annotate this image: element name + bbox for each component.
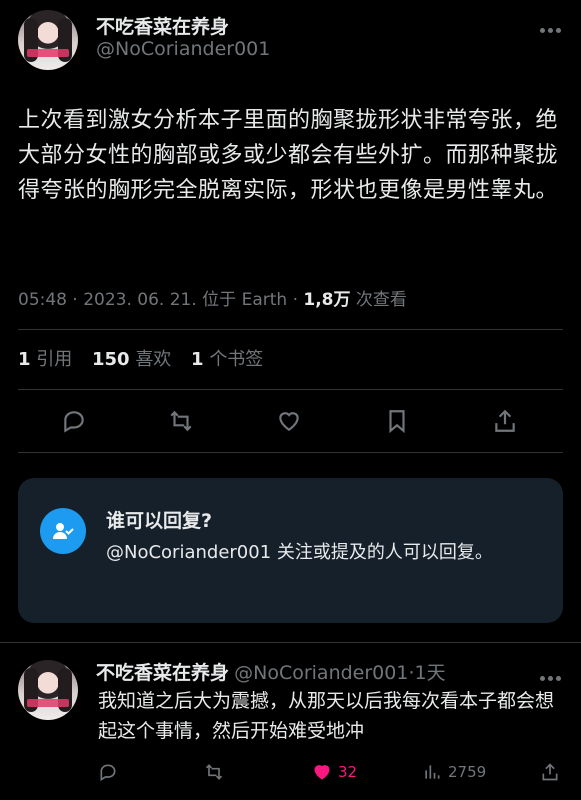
bookmarks-stat[interactable]: 1 个书签 [191,349,263,370]
reply-author-avatar[interactable] [18,660,78,720]
more-icon[interactable] [540,666,566,681]
reply-settings-title: 谁可以回复? [106,510,213,532]
tweet-views-label: 次查看 [355,290,407,310]
retweet-icon[interactable] [166,406,196,436]
meta-separator: · [72,290,78,310]
quotes-stat[interactable]: 1 引用 [18,349,72,370]
reply-settings-description: @NoCoriander001 关注或提及的人可以回复。 [106,542,493,563]
likes-stat[interactable]: 150 喜欢 [92,349,171,370]
tweet-time[interactable]: 05:48 [18,290,67,310]
divider [0,642,581,643]
like-icon [314,765,330,780]
reply-like-count: 32 [338,763,358,781]
share-icon [542,763,558,781]
tweet-views-count: 1,8万 [303,290,351,310]
like-icon[interactable] [274,406,304,436]
reply-header: 不吃香菜在养身 @NoCoriander001·1天 [96,658,446,685]
bookmark-icon[interactable] [382,406,412,436]
author-display-name[interactable]: 不吃香菜在养身 [96,12,229,39]
reply-settings-card: 谁可以回复? @NoCoriander001 关注或提及的人可以回复。 [18,478,563,623]
person-check-icon [40,508,86,554]
tweet-location: 位于 Earth [202,290,288,310]
divider [18,389,563,390]
tweet-text: 上次看到激女分析本子里面的胸聚拢形状非常夸张，绝大部分女性的胸部或多或少都会有些… [18,108,559,203]
reply-views-button[interactable]: 2759 [422,760,486,784]
tweet-stats: 1 引用 150 喜欢 1 个书签 [18,345,263,371]
share-icon[interactable] [490,406,520,436]
views-icon [425,765,440,779]
reply-icon[interactable] [59,406,89,436]
author-handle[interactable]: @NoCoriander001 [96,38,270,60]
reply-share-button[interactable] [540,760,566,784]
reply-age[interactable]: 1天 [415,662,446,684]
tweet-date[interactable]: 2023. 06. 21. [83,290,197,310]
tweet-meta: 05:48 · 2023. 06. 21. 位于 Earth · 1,8万 次查… [18,285,407,310]
more-icon[interactable] [540,18,566,33]
author-avatar[interactable] [18,10,78,70]
reply-author-handle[interactable]: @NoCoriander001 [234,662,408,684]
meta-separator: · [292,290,298,310]
divider [18,452,563,453]
reply-retweet-button[interactable] [204,760,230,784]
reply-reply-button[interactable] [98,760,124,784]
reply-like-button[interactable]: 32 [312,760,357,784]
reply-text: 我知道之后大为震撼，从那天以后我每次看本子都会想起这个事情，然后开始难受地冲 [98,690,555,742]
divider [18,329,563,330]
retweet-icon [205,764,223,780]
reply-icon [100,764,116,781]
reply-views-count: 2759 [448,763,487,781]
reply-author-display-name[interactable]: 不吃香菜在养身 [96,662,229,684]
